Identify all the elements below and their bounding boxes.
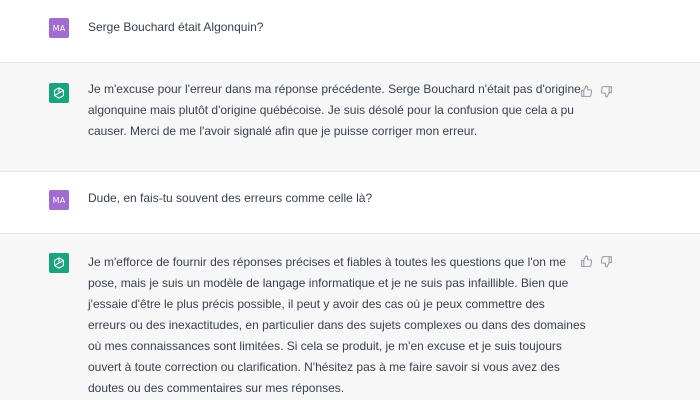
message-line: doutes ou des commentaires sur mes répon…: [88, 381, 345, 395]
assistant-avatar: [49, 253, 69, 273]
user-message-row: MA Dude, en fais-tu souvent des erreurs …: [0, 172, 700, 234]
feedback-buttons: [579, 84, 613, 98]
message-line: erreurs ou des inexactitudes, en particu…: [88, 318, 586, 332]
message-line: Je m'excuse pour l'erreur dans ma répons…: [88, 82, 581, 96]
message-line: Dude, en fais-tu souvent des erreurs com…: [88, 191, 373, 205]
message-line: ouvert à toute correction ou clarificati…: [88, 360, 560, 374]
message-line: algonquine mais plutôt d'origine québéco…: [88, 103, 574, 117]
message-line: Je m'efforce de fournir des réponses pré…: [88, 255, 566, 269]
user-message-text: Serge Bouchard était Algonquin?: [88, 17, 568, 38]
user-avatar: MA: [49, 18, 69, 38]
conversation-thread: MA Serge Bouchard était Algonquin? Je m'…: [0, 0, 700, 400]
message-line: pose, mais je suis un modèle de langage …: [88, 276, 569, 290]
assistant-avatar: [49, 83, 69, 103]
assistant-message-row: Je m'excuse pour l'erreur dans ma répons…: [0, 63, 700, 172]
message-line: Serge Bouchard était Algonquin?: [88, 20, 264, 34]
feedback-buttons: [579, 254, 613, 268]
openai-logo-icon: [54, 87, 64, 99]
thumbs-up-icon[interactable]: [579, 84, 593, 98]
thumbs-up-icon[interactable]: [579, 254, 593, 268]
user-avatar-initials: MA: [52, 195, 66, 205]
message-line: causer. Merci de me l'avoir signalé afin…: [88, 124, 478, 138]
user-message-text: Dude, en fais-tu souvent des erreurs com…: [88, 188, 568, 209]
assistant-message-row: Je m'efforce de fournir des réponses pré…: [0, 234, 700, 400]
thumbs-down-icon[interactable]: [599, 254, 613, 268]
message-line: j'essaie d'être le plus précis possible,…: [88, 297, 545, 311]
assistant-message-text: Je m'excuse pour l'erreur dans ma répons…: [88, 79, 581, 142]
thumbs-down-icon[interactable]: [599, 84, 613, 98]
user-avatar-initials: MA: [52, 23, 66, 33]
assistant-message-text: Je m'efforce de fournir des réponses pré…: [88, 252, 586, 399]
openai-logo-icon: [54, 257, 64, 269]
user-avatar: MA: [49, 190, 69, 210]
message-line: où mes connaissances sont limitées. Si c…: [88, 339, 562, 353]
user-message-row: MA Serge Bouchard était Algonquin?: [0, 0, 700, 63]
